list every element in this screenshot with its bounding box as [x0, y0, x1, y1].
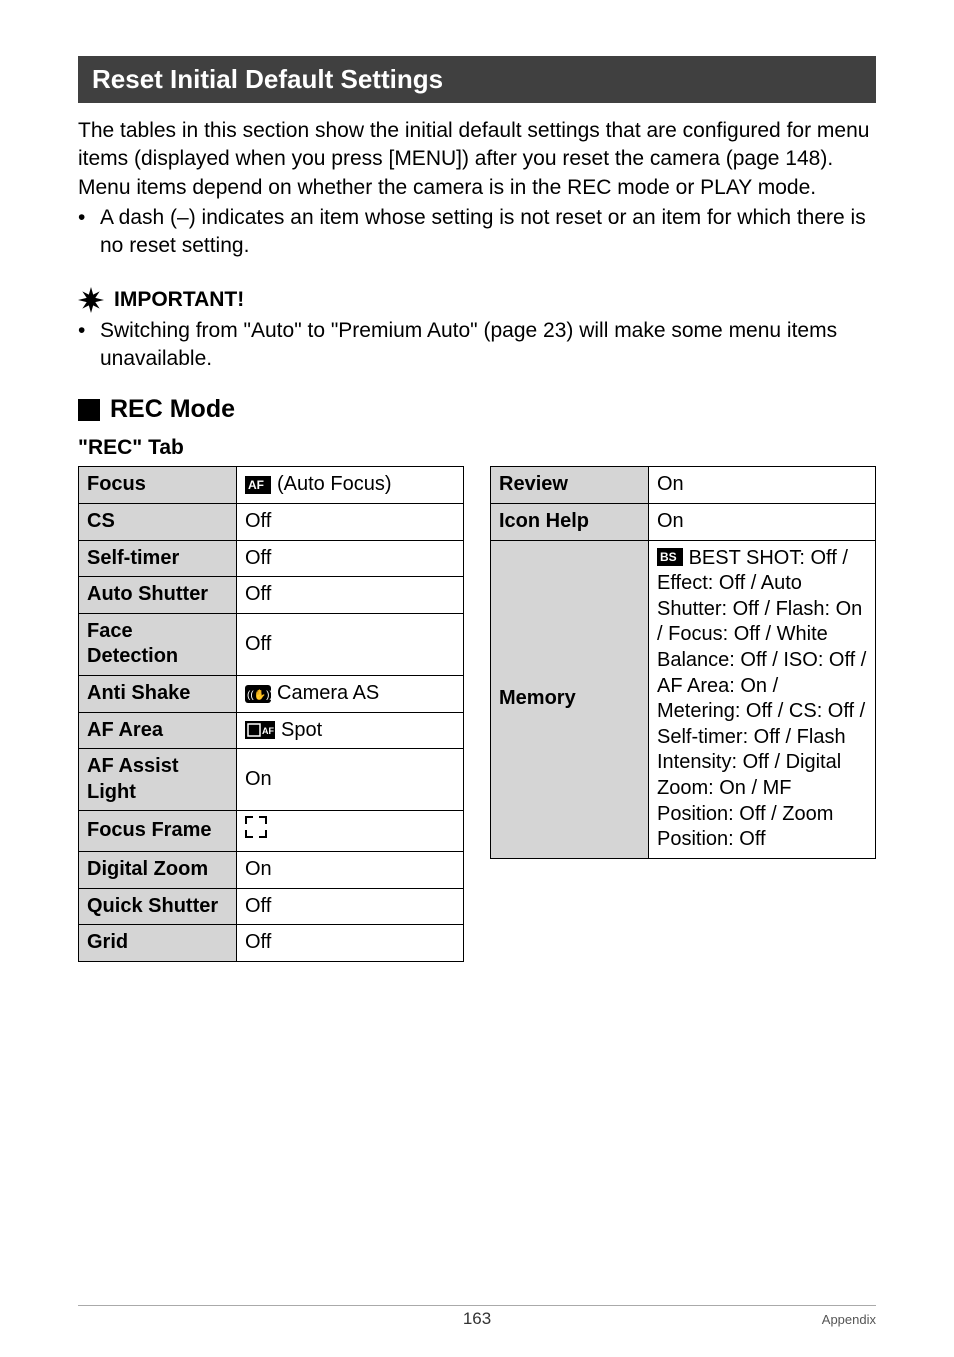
row-label: Anti Shake	[79, 675, 237, 712]
table-row: AF Assist LightOn	[79, 749, 464, 811]
table-row: Quick ShutterOff	[79, 888, 464, 925]
row-value	[237, 811, 464, 852]
memory-icon-text: BEST SHOT:	[689, 547, 805, 569]
row-value: Off	[237, 540, 464, 577]
row-value-text: Spot	[281, 718, 322, 744]
row-value: Off	[237, 888, 464, 925]
table-row: Icon Help On	[491, 504, 876, 541]
row-label: Auto Shutter	[79, 577, 237, 614]
svg-text:BS: BS	[660, 550, 677, 564]
bullet-dot: •	[78, 204, 100, 261]
burst-icon	[78, 287, 104, 313]
camera-as-icon: ((✋))	[245, 685, 271, 703]
row-label: Quick Shutter	[79, 888, 237, 925]
row-label: Self-timer	[79, 540, 237, 577]
row-label: Focus Frame	[79, 811, 237, 852]
row-value: On	[649, 467, 876, 504]
table-row: Anti Shake ((✋)) Camera AS	[79, 675, 464, 712]
intro-paragraph: The tables in this section show the init…	[78, 117, 876, 202]
spot-icon: AF	[245, 721, 275, 739]
svg-text:AF: AF	[248, 478, 264, 492]
table-row: CSOff	[79, 504, 464, 541]
table-row: Review On	[491, 467, 876, 504]
row-value: On	[237, 851, 464, 888]
bs-icon: BS	[657, 548, 683, 566]
row-label: Focus	[79, 467, 237, 504]
table-row: Focus AF (Auto Focus)	[79, 467, 464, 504]
svg-text:AF: AF	[262, 726, 274, 736]
row-label: CS	[79, 504, 237, 541]
table-row: Face DetectionOff	[79, 613, 464, 675]
af-icon: AF	[245, 476, 271, 494]
subhead-text: REC Mode	[110, 395, 235, 424]
important-bullet-row: • Switching from "Auto" to "Premium Auto…	[78, 317, 876, 374]
row-value: Off	[237, 504, 464, 541]
row-value: On	[237, 749, 464, 811]
row-label: Review	[491, 467, 649, 504]
row-label: Memory	[491, 540, 649, 858]
table-row: GridOff	[79, 925, 464, 962]
row-label: AF Assist Light	[79, 749, 237, 811]
footer-section: Appendix	[822, 1312, 876, 1327]
table-row: Digital ZoomOn	[79, 851, 464, 888]
intro-bullet-text: A dash (–) indicates an item whose setti…	[100, 204, 876, 261]
right-table: Review On Icon Help On Memory BS BEST SH	[490, 466, 876, 858]
page-number: 163	[463, 1309, 491, 1329]
important-bullet-text: Switching from "Auto" to "Premium Auto" …	[100, 317, 876, 374]
bullet-dot: •	[78, 317, 100, 374]
row-value-text: (Auto Focus)	[277, 472, 391, 498]
row-value: On	[649, 504, 876, 541]
row-label: Face Detection	[79, 613, 237, 675]
table-row: Memory BS BEST SHOT: Off / Effect: Off /…	[491, 540, 876, 858]
row-label: Digital Zoom	[79, 851, 237, 888]
row-value: Off	[237, 925, 464, 962]
important-heading: IMPORTANT!	[78, 287, 876, 313]
row-value: Off	[237, 613, 464, 675]
row-label: AF Area	[79, 712, 237, 749]
row-value: ((✋)) Camera AS	[237, 675, 464, 712]
row-label: Icon Help	[491, 504, 649, 541]
square-bullet-icon	[78, 399, 100, 421]
section-title-bar: Reset Initial Default Settings	[78, 56, 876, 103]
row-value: AF Spot	[237, 712, 464, 749]
row-value-text: Camera AS	[277, 681, 379, 707]
row-value: Off	[237, 577, 464, 614]
table-row: Auto ShutterOff	[79, 577, 464, 614]
row-value: AF (Auto Focus)	[237, 467, 464, 504]
intro-bullet-row: • A dash (–) indicates an item whose set…	[78, 204, 876, 261]
row-value: BS BEST SHOT: Off / Effect: Off / Auto S…	[649, 540, 876, 858]
left-table: Focus AF (Auto Focus) CSOff Self-timerOf…	[78, 466, 464, 961]
tab-heading: "REC" Tab	[78, 436, 876, 460]
table-row: Focus Frame	[79, 811, 464, 852]
table-row: Self-timerOff	[79, 540, 464, 577]
subhead-row: REC Mode	[78, 395, 876, 424]
memory-rest-text: Off / Effect: Off / Auto Shutter: Off / …	[657, 547, 866, 851]
important-label: IMPORTANT!	[114, 288, 244, 312]
page-footer: 163 Appendix	[78, 1305, 876, 1327]
table-row: AF Area AF Spot	[79, 712, 464, 749]
row-label: Grid	[79, 925, 237, 962]
svg-text:((✋)): ((✋))	[247, 688, 271, 701]
corners-icon	[245, 816, 267, 838]
